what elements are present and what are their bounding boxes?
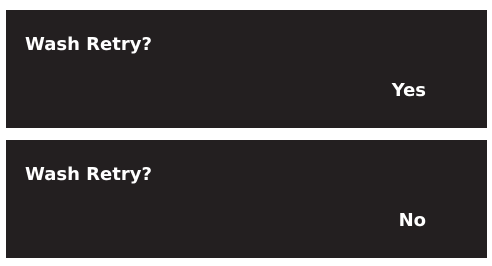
wash-retry-panel-yes: Wash Retry? Yes	[6, 10, 487, 128]
wash-retry-option-no[interactable]: No	[399, 212, 426, 230]
wash-retry-prompt: Wash Retry?	[25, 164, 152, 185]
wash-retry-option-yes[interactable]: Yes	[392, 82, 426, 100]
wash-retry-prompt: Wash Retry?	[25, 34, 152, 55]
wash-retry-panel-no: Wash Retry? No	[6, 140, 487, 258]
